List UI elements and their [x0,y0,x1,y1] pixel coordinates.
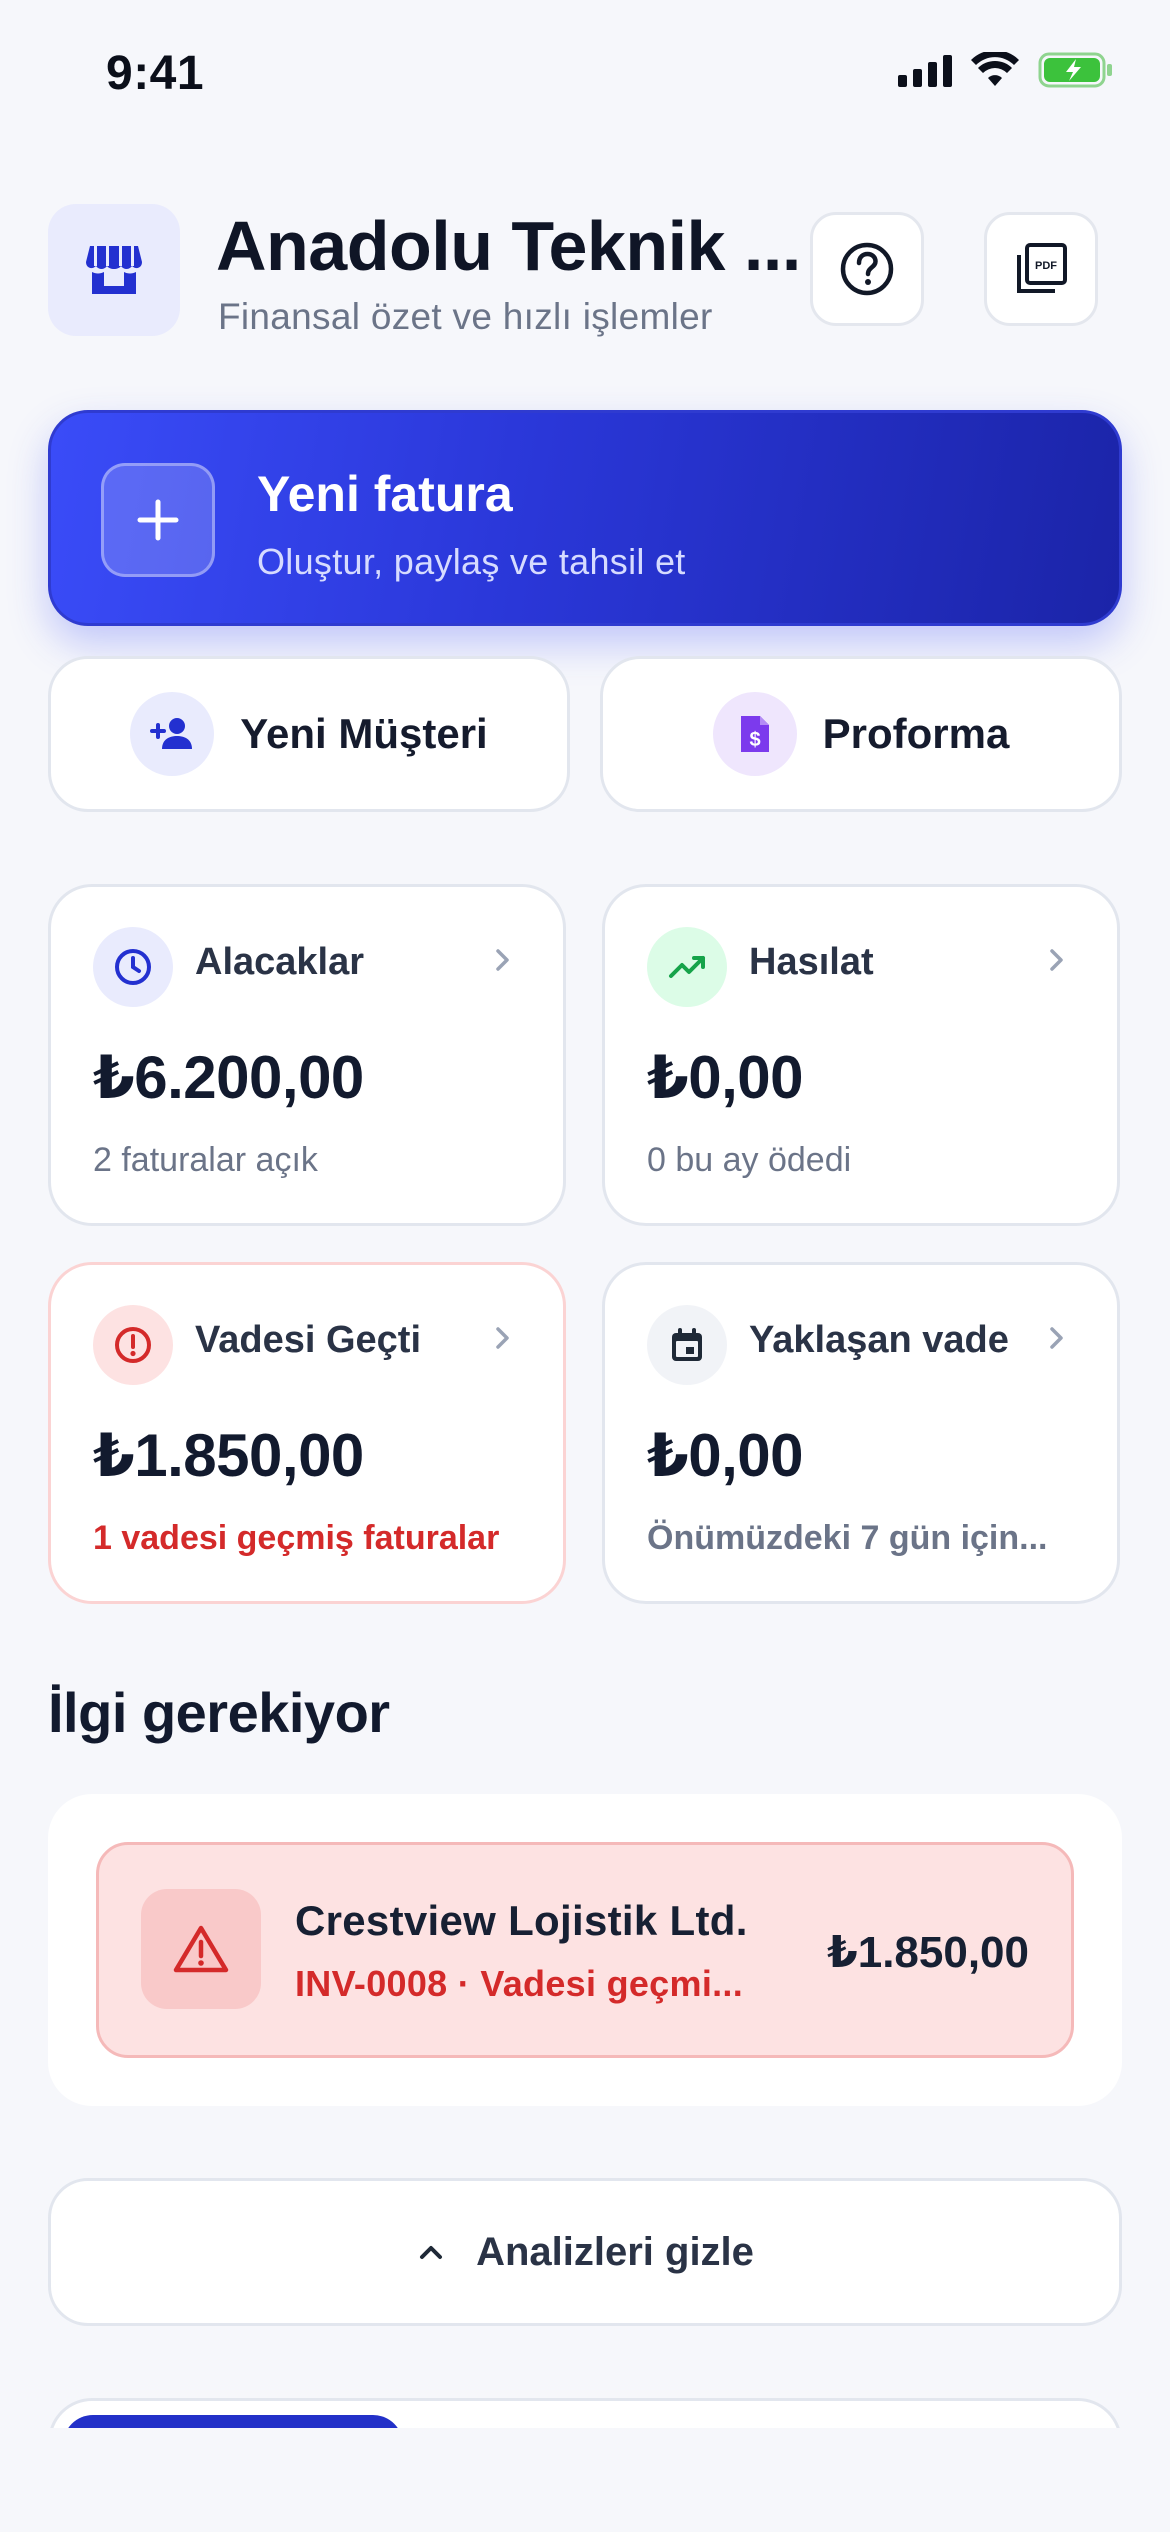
chevron-right-icon [1050,1327,1063,1349]
wifi-icon [971,52,1019,86]
alert-circle-icon [93,1305,173,1385]
attention-item[interactable]: Crestview Lojistik Ltd. INV-0008 · Vades… [96,1842,1074,2058]
new-invoice-button[interactable]: Yeni fatura Oluştur, paylaş ve tahsil et [48,410,1122,626]
proforma-button[interactable]: $ Proforma [600,656,1122,812]
invoice-document-icon: $ [712,692,797,776]
receivables-note: 2 faturalar açık [93,1141,318,1179]
export-pdf-button[interactable]: PDF [984,212,1098,326]
chevron-right-icon [496,1327,509,1349]
help-button[interactable] [810,212,924,326]
upcoming-due-value: ₺0,00 [647,1422,804,1489]
chevron-right-icon [496,949,509,971]
overdue-card[interactable]: Vadesi Geçti ₺1.850,00 1 vadesi geçmiş f… [48,1262,566,1604]
cellular-signal-icon [898,53,952,87]
upcoming-due-label: Yaklaşan vade [749,1319,1009,1361]
receivables-value: ₺6.200,00 [93,1044,364,1111]
business-name: Anadolu Teknik ... [216,207,801,285]
upcoming-due-card[interactable]: Yaklaşan vade ₺0,00 Önümüzdeki 7 gün içi… [602,1262,1120,1604]
upcoming-due-note: Önümüzdeki 7 gün için... [647,1519,1048,1557]
attention-customer-name: Crestview Lojistik Ltd. [295,1897,748,1944]
add-person-icon [130,692,215,776]
plus-icon-tile [101,463,215,577]
overdue-label: Vadesi Geçti [195,1319,422,1361]
revenue-label: Hasılat [749,941,874,983]
revenue-note: 0 bu ay ödedi [647,1141,852,1179]
clock-icon [93,927,173,1007]
pdf-document-icon: PDF [1017,243,1067,293]
svg-text:$: $ [749,729,760,751]
status-bar: 9:41 [0,0,1170,150]
revenue-value: ₺0,00 [647,1044,804,1111]
storefront-icon [86,246,142,294]
receivables-label: Alacaklar [195,941,365,983]
hide-analytics-button[interactable]: Analizleri gizle [48,2178,1122,2326]
trending-up-icon [647,927,727,1007]
business-logo [48,204,180,336]
warning-triangle-icon [141,1889,261,2009]
attention-amount: ₺1.850,00 [827,1928,1029,1977]
plus-icon [137,499,179,541]
attention-panel: Crestview Lojistik Ltd. INV-0008 · Vades… [48,1794,1122,2106]
receivables-card[interactable]: Alacaklar ₺6.200,00 2 faturalar açık [48,884,566,1226]
attention-section-title: İlgi gerekiyor [48,1681,390,1744]
battery-charging-icon [1038,52,1112,88]
proforma-label: Proforma [822,710,1010,757]
chevron-up-icon [420,2246,443,2259]
new-customer-label: Yeni Müşteri [240,710,488,757]
header-subtitle: Finansal özet ve hızlı işlemler [218,296,713,337]
overdue-note: 1 vadesi geçmiş faturalar [93,1519,500,1557]
status-icons [898,52,1114,88]
status-time: 9:41 [106,47,205,100]
chevron-right-icon [1050,949,1063,971]
attention-invoice-meta: INV-0008 · Vadesi geçmi... [295,1963,744,2004]
bottom-fade [0,2428,1170,2532]
revenue-card[interactable]: Hasılat ₺0,00 0 bu ay ödedi [602,884,1120,1226]
new-invoice-subtitle: Oluştur, paylaş ve tahsil et [257,541,686,582]
new-customer-button[interactable]: Yeni Müşteri [48,656,570,812]
svg-text:PDF: PDF [1035,260,1057,272]
help-circle-icon [840,242,894,296]
calendar-icon [647,1305,727,1385]
hide-analytics-label: Analizleri gizle [476,2229,754,2274]
overdue-value: ₺1.850,00 [93,1422,364,1489]
new-invoice-title: Yeni fatura [257,466,513,522]
header: Anadolu Teknik ... Finansal özet ve hızl… [48,204,1122,344]
